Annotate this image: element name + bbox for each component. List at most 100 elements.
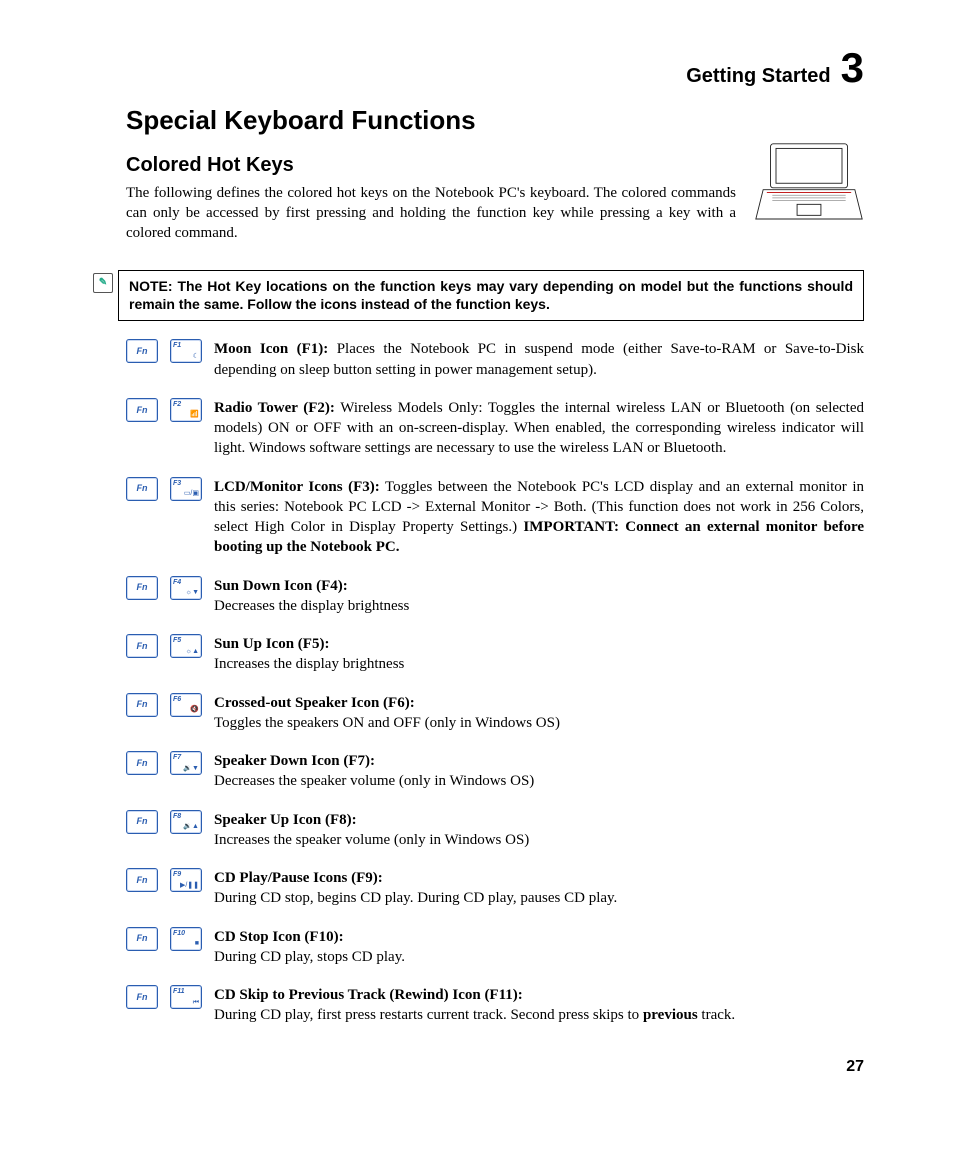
fn-key-icon: Fn	[126, 810, 158, 834]
hotkey-bold-tail: previous	[643, 1007, 698, 1023]
section-title: Colored Hot Keys	[126, 152, 736, 179]
hotkey-label: Sun Up Icon (F5):	[214, 636, 329, 652]
key-combo: Fn F1 ☾	[126, 339, 214, 363]
note-icon: ✎	[93, 273, 113, 293]
hotkey-row: Fn F8🔉▲ Speaker Up Icon (F8):Increases the…	[126, 810, 864, 851]
hotkey-label: Speaker Up Icon (F8):	[214, 812, 357, 828]
function-key-icon: F5 ☼▲	[170, 634, 202, 658]
fn-key-icon: Fn	[126, 985, 158, 1009]
fn-key-icon: Fn	[126, 634, 158, 658]
function-key-glyph: ■	[195, 939, 199, 948]
hotkey-label: CD Skip to Previous Track (Rewind) Icon …	[214, 987, 523, 1003]
key-combo: Fn F2 📶	[126, 398, 214, 422]
function-key-label: F6	[173, 695, 181, 704]
hotkey-label: Moon Icon (F1):	[214, 341, 328, 357]
hotkey-row: Fn F1 ☾ Moon Icon (F1): Places the Notebook…	[126, 339, 864, 380]
fn-key-icon: Fn	[126, 576, 158, 600]
hotkey-row: Fn F9 ▶/❚❚ CD Play/Pause Icons (F9):During …	[126, 868, 864, 909]
fn-key-icon: Fn	[126, 477, 158, 501]
function-key-label: F10	[173, 929, 185, 938]
function-key-icon: F8🔉▲	[170, 810, 202, 834]
hotkey-description: Sun Up Icon (F5):Increases the display b…	[214, 634, 864, 675]
function-key-icon: F11 ⏮	[170, 985, 202, 1009]
chapter-number: 3	[841, 40, 864, 97]
function-key-icon: F6 🔇	[170, 693, 202, 717]
key-combo: Fn F7🔉▼	[126, 751, 214, 775]
hotkey-description: LCD/Monitor Icons (F3): Toggles between …	[214, 477, 864, 558]
function-key-label: F7	[173, 753, 181, 762]
key-combo: Fn F6 🔇	[126, 693, 214, 717]
function-key-label: F11	[173, 987, 185, 996]
function-key-icon: F4 ☼▼	[170, 576, 202, 600]
hotkey-label: Sun Down Icon (F4):	[214, 578, 348, 594]
fn-key-icon: Fn	[126, 868, 158, 892]
key-combo: Fn F3▭/▣	[126, 477, 214, 501]
hotkey-description: CD Stop Icon (F10):During CD play, stops…	[214, 927, 864, 968]
key-combo: Fn F10 ■	[126, 927, 214, 951]
note-box: ✎ NOTE: The Hot Key locations on the fun…	[118, 270, 864, 322]
function-key-glyph: ☼▲	[186, 647, 199, 656]
function-key-icon: F2 📶	[170, 398, 202, 422]
function-key-icon: F9 ▶/❚❚	[170, 868, 202, 892]
hotkey-label: Crossed-out Speaker Icon (F6):	[214, 695, 415, 711]
fn-key-icon: Fn	[126, 339, 158, 363]
page-number: 27	[90, 1056, 864, 1078]
function-key-icon: F10 ■	[170, 927, 202, 951]
hotkey-row: Fn F4 ☼▼ Sun Down Icon (F4):Decreases the d…	[126, 576, 864, 617]
key-combo: Fn F4 ☼▼	[126, 576, 214, 600]
function-key-glyph: ☼▼	[186, 588, 199, 597]
function-key-label: F5	[173, 636, 181, 645]
fn-key-icon: Fn	[126, 693, 158, 717]
function-key-glyph: 🔉▲	[183, 822, 199, 831]
fn-key-icon: Fn	[126, 751, 158, 775]
function-key-label: F4	[173, 578, 181, 587]
hotkey-row: Fn F6 🔇 Crossed-out Speaker Icon (F6):Toggl…	[126, 693, 864, 734]
page-title: Special Keyboard Functions	[126, 103, 736, 138]
function-key-icon: F3▭/▣	[170, 477, 202, 501]
hotkey-label: LCD/Monitor Icons (F3):	[214, 479, 380, 495]
hotkey-label: CD Stop Icon (F10):	[214, 929, 344, 945]
hotkey-description: CD Skip to Previous Track (Rewind) Icon …	[214, 985, 864, 1026]
hotkey-row: Fn F11 ⏮ CD Skip to Previous Track (Rewind)…	[126, 985, 864, 1026]
fn-key-icon: Fn	[126, 927, 158, 951]
note-text: NOTE: The Hot Key locations on the funct…	[129, 278, 853, 313]
hotkey-description: Speaker Up Icon (F8):Increases the speak…	[214, 810, 864, 851]
hotkey-description: Sun Down Icon (F4):Decreases the display…	[214, 576, 864, 617]
hotkey-row: Fn F7🔉▼ Speaker Down Icon (F7):Decreases t…	[126, 751, 864, 792]
hotkey-row: Fn F5 ☼▲ Sun Up Icon (F5):Increases the dis…	[126, 634, 864, 675]
function-key-label: F8	[173, 812, 181, 821]
hotkey-description: Moon Icon (F1): Places the Notebook PC i…	[214, 339, 864, 380]
hotkey-row: Fn F2 📶 Radio Tower (F2): Wireless Models O…	[126, 398, 864, 459]
function-key-label: F1	[173, 341, 181, 350]
hotkey-row: Fn F3▭/▣ LCD/Monitor Icons (F3): Toggles b…	[126, 477, 864, 558]
function-key-glyph: ▶/❚❚	[180, 881, 199, 890]
key-combo: Fn F5 ☼▲	[126, 634, 214, 658]
hotkey-description: Speaker Down Icon (F7):Decreases the spe…	[214, 751, 864, 792]
function-key-label: F9	[173, 870, 181, 879]
key-combo: Fn F9 ▶/❚❚	[126, 868, 214, 892]
function-key-glyph: 📶	[190, 410, 199, 419]
fn-key-icon: Fn	[126, 398, 158, 422]
hotkey-label: CD Play/Pause Icons (F9):	[214, 870, 383, 886]
laptop-icon	[754, 101, 864, 262]
chapter-title: Getting Started	[686, 63, 830, 90]
key-combo: Fn F8🔉▲	[126, 810, 214, 834]
function-key-label: F3	[173, 479, 181, 488]
hotkey-label: Speaker Down Icon (F7):	[214, 753, 375, 769]
chapter-header: Getting Started 3	[90, 40, 864, 97]
function-key-glyph: ⏮	[193, 998, 199, 1007]
intro-paragraph: The following defines the colored hot ke…	[126, 183, 736, 244]
hotkey-bold-tail: IMPORTANT: Connect an external monitor b…	[214, 519, 864, 555]
hotkey-description: CD Play/Pause Icons (F9):During CD stop,…	[214, 868, 864, 909]
hotkey-label: Radio Tower (F2):	[214, 400, 335, 416]
function-key-glyph: ▭/▣	[184, 489, 199, 498]
function-key-icon: F7🔉▼	[170, 751, 202, 775]
hotkey-description: Crossed-out Speaker Icon (F6):Toggles th…	[214, 693, 864, 734]
function-key-label: F2	[173, 400, 181, 409]
function-key-glyph: 🔉▼	[183, 764, 199, 773]
hotkey-description: Radio Tower (F2): Wireless Models Only: …	[214, 398, 864, 459]
function-key-glyph: 🔇	[190, 705, 199, 714]
function-key-glyph: ☾	[193, 352, 199, 361]
function-key-icon: F1 ☾	[170, 339, 202, 363]
hotkey-row: Fn F10 ■ CD Stop Icon (F10):During CD play,…	[126, 927, 864, 968]
